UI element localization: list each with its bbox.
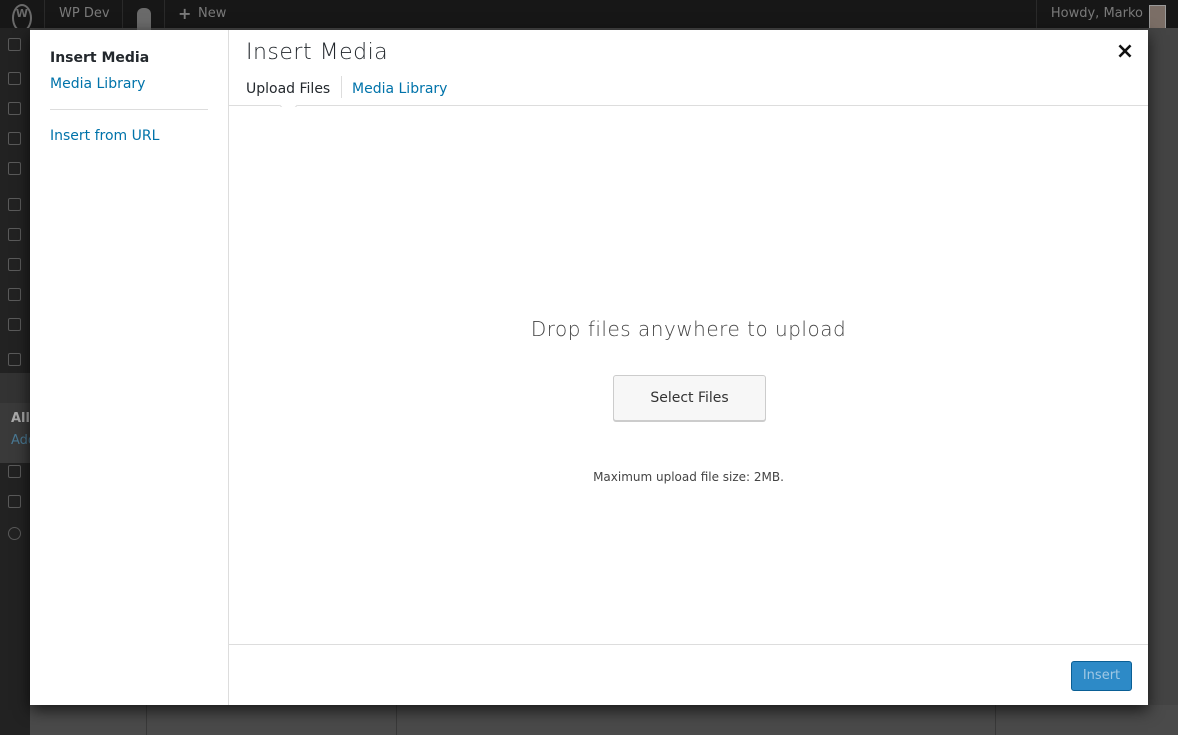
media-icon[interactable] bbox=[8, 102, 21, 115]
pages-icon[interactable] bbox=[8, 132, 21, 145]
insert-button[interactable]: Insert bbox=[1071, 661, 1132, 691]
users-icon[interactable] bbox=[8, 258, 21, 271]
menu-item-media-library[interactable]: Media Library bbox=[50, 76, 145, 92]
page-background bbox=[30, 705, 1178, 735]
column-divider bbox=[396, 705, 397, 735]
dashboard-icon[interactable] bbox=[8, 38, 21, 51]
settings-icon[interactable] bbox=[8, 318, 21, 331]
site-name-link[interactable]: WP Dev bbox=[59, 0, 110, 28]
admin-bar: W WP Dev + New Howdy, Marko bbox=[0, 0, 1178, 36]
admin-bar-separator bbox=[122, 0, 123, 28]
custom-type-icon[interactable] bbox=[8, 353, 21, 366]
howdy-user-link[interactable]: Howdy, Marko bbox=[1051, 0, 1143, 28]
close-icon[interactable]: × bbox=[1112, 39, 1138, 65]
tab-media-library[interactable]: Media Library bbox=[352, 77, 447, 103]
column-divider bbox=[995, 705, 996, 735]
collapse-menu-icon[interactable] bbox=[8, 527, 21, 540]
max-upload-size-text: Maximum upload file size: 2MB. bbox=[593, 470, 784, 484]
page-background bbox=[1148, 28, 1178, 705]
admin-bar-separator bbox=[164, 0, 165, 28]
menu-item-insert-from-url[interactable]: Insert from URL bbox=[50, 128, 159, 144]
admin-bar-separator bbox=[44, 0, 45, 28]
media-toolbar: Insert bbox=[229, 644, 1148, 705]
plugins-icon[interactable] bbox=[8, 228, 21, 241]
column-divider bbox=[146, 705, 147, 735]
submenu-all-link[interactable]: All bbox=[11, 411, 30, 426]
menu-divider bbox=[50, 109, 208, 110]
appearance-icon[interactable] bbox=[8, 198, 21, 211]
page-title: Insert Media bbox=[246, 40, 389, 65]
admin-sidebar: All Add bbox=[0, 28, 36, 735]
media-router-tabs: Upload Files Media Library bbox=[229, 74, 1148, 115]
select-files-button[interactable]: Select Files bbox=[613, 375, 766, 421]
plus-icon: + bbox=[178, 4, 192, 23]
admin-bar-separator bbox=[1036, 0, 1037, 28]
new-content-link[interactable]: New bbox=[198, 0, 226, 28]
custom-type-icon[interactable] bbox=[8, 465, 21, 478]
uploader-dropzone[interactable]: Drop files anywhere to upload Select Fil… bbox=[229, 107, 1148, 644]
insert-media-modal: Insert Media Media Library Insert from U… bbox=[30, 30, 1148, 705]
comments-menu-icon[interactable] bbox=[8, 162, 21, 175]
drop-files-instructions: Drop files anywhere to upload bbox=[530, 317, 847, 341]
tab-separator bbox=[341, 76, 342, 98]
posts-icon[interactable] bbox=[8, 72, 21, 85]
menu-heading-insert-media[interactable]: Insert Media bbox=[50, 50, 149, 66]
custom-type-icon[interactable] bbox=[8, 495, 21, 508]
tools-icon[interactable] bbox=[8, 288, 21, 301]
media-frame-menu: Insert Media Media Library Insert from U… bbox=[30, 30, 229, 705]
sidebar-active-item[interactable] bbox=[0, 373, 30, 403]
